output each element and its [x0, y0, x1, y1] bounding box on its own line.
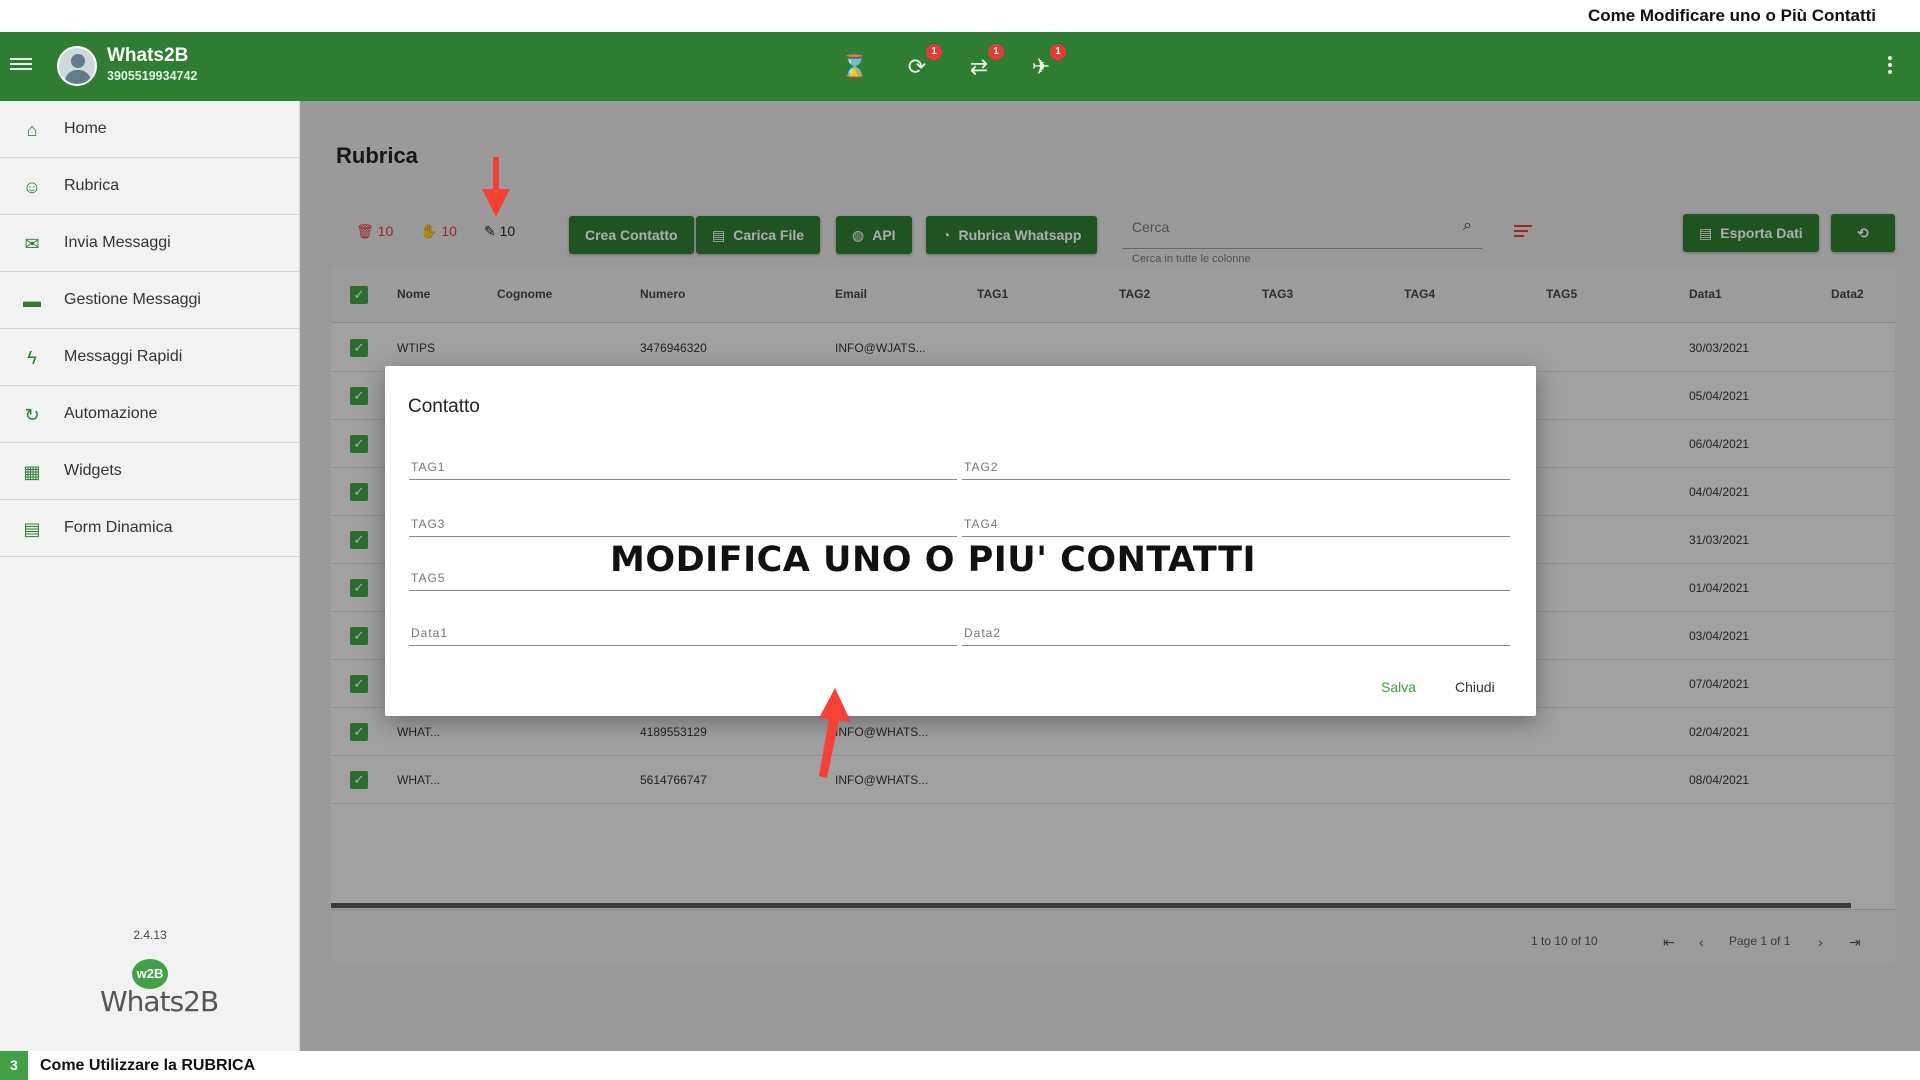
scooter-badge: 1	[1050, 44, 1066, 60]
chapter-title: Come Utilizzare la RUBRICA	[40, 1057, 256, 1074]
app-title: Whats2B	[107, 45, 189, 66]
widgets-icon: ▦	[23, 462, 41, 482]
mail-icon: ✉	[24, 234, 40, 254]
tag2-field[interactable]: TAG2	[962, 450, 1510, 480]
app-version: 2.4.13	[133, 928, 167, 942]
field-label: TAG2	[964, 460, 999, 474]
annotation-arrow-down	[482, 157, 510, 217]
scooter-glyph: ✈	[1031, 54, 1051, 79]
sync-badge: 1	[988, 44, 1004, 60]
sidebar-logo: w2B Whats2B	[100, 959, 219, 1019]
sync-glyph: ⇄	[969, 54, 989, 79]
sidebar-item-messaggi-rapidi[interactable]: ϟ Messaggi Rapidi	[0, 329, 300, 386]
dialog-title: Contatto	[408, 396, 480, 417]
sidebar-item-home[interactable]: ⌂ Home	[0, 101, 300, 158]
timer-badge: 1	[926, 44, 942, 60]
sidebar-item-label: Widgets	[64, 462, 122, 479]
sidebar-item-label: Automazione	[64, 405, 158, 422]
form-icon: ▤	[23, 519, 41, 539]
field-label: TAG1	[411, 460, 446, 474]
field-label: TAG3	[411, 517, 446, 531]
sidebar-item-label: Gestione Messaggi	[64, 291, 201, 308]
home-icon: ⌂	[26, 120, 38, 140]
timer-glyph: ⟳	[907, 54, 927, 79]
contacts-icon: ☺	[22, 177, 42, 197]
sidebar-item-widgets[interactable]: ▦ Widgets	[0, 443, 300, 500]
sidebar-item-gestione-messaggi[interactable]: ▬ Gestione Messaggi	[0, 272, 300, 329]
sidebar-item-label: Rubrica	[64, 177, 120, 194]
data2-field[interactable]: Data2	[962, 616, 1510, 646]
field-label: TAG4	[964, 517, 999, 531]
avatar[interactable]	[57, 46, 97, 86]
field-label: TAG5	[411, 571, 446, 585]
phone-number: 3905519934742	[107, 69, 198, 83]
contact-dialog: Contatto TAG1 TAG2 TAG3 TAG4 TAG5 Data1 …	[385, 366, 1536, 716]
sidebar-item-label: Home	[64, 120, 107, 137]
sidebar: ⌂ Home ☺ Rubrica ✉ Invia Messaggi ▬ Gestione…	[0, 101, 300, 1051]
app-bar: Whats2B 3905519934742 ⌛ ⟳ 1 ⇄ 1 ✈ 1	[0, 32, 1920, 101]
caption-title: Come Modificare uno o Più Contatti	[1587, 6, 1876, 25]
field-label: Data2	[964, 626, 1002, 640]
sidebar-item-label: Form Dinamica	[64, 519, 173, 536]
save-button[interactable]: Salva	[1381, 679, 1416, 695]
sidebar-item-form-dinamica[interactable]: ▤ Form Dinamica	[0, 500, 300, 557]
refresh-icon: ↻	[24, 405, 40, 425]
tutorial-overlay-text: MODIFICA UNO O PIU' CONTATTI	[610, 540, 1256, 580]
menu-icon[interactable]	[10, 55, 32, 73]
data1-field[interactable]: Data1	[409, 616, 957, 646]
sidebar-item-label: Messaggi Rapidi	[64, 348, 183, 365]
close-button[interactable]: Chiudi	[1455, 679, 1495, 695]
chapter-number: 3	[0, 1051, 28, 1080]
sidebar-item-automazione[interactable]: ↻ Automazione	[0, 386, 300, 443]
hourglass-glyph: ⌛	[841, 54, 869, 79]
sidebar-item-rubrica[interactable]: ☺ Rubrica	[0, 158, 300, 215]
timer-icon[interactable]: ⟳ 1	[902, 44, 942, 82]
annotation-arrow-up	[819, 688, 851, 778]
lightning-icon: ϟ	[27, 348, 37, 368]
sync-icon[interactable]: ⇄ 1	[964, 44, 1004, 82]
folder-icon: ▬	[23, 291, 41, 311]
video-caption-bottom: 3 Come Utilizzare la RUBRICA	[0, 1051, 1920, 1080]
tag3-field[interactable]: TAG3	[409, 507, 957, 537]
logo-word: Whats2B	[100, 985, 219, 1018]
hourglass-icon[interactable]: ⌛	[840, 52, 870, 82]
tag4-field[interactable]: TAG4	[962, 507, 1510, 537]
video-caption-top: Come Modificare uno o Più Contatti	[0, 0, 1920, 32]
sidebar-item-label: Invia Messaggi	[64, 234, 171, 251]
tag1-field[interactable]: TAG1	[409, 450, 957, 480]
more-vert-icon[interactable]	[1888, 56, 1892, 77]
sidebar-item-invia-messaggi[interactable]: ✉ Invia Messaggi	[0, 215, 300, 272]
scooter-icon[interactable]: ✈ 1	[1026, 44, 1066, 82]
field-label: Data1	[411, 626, 449, 640]
